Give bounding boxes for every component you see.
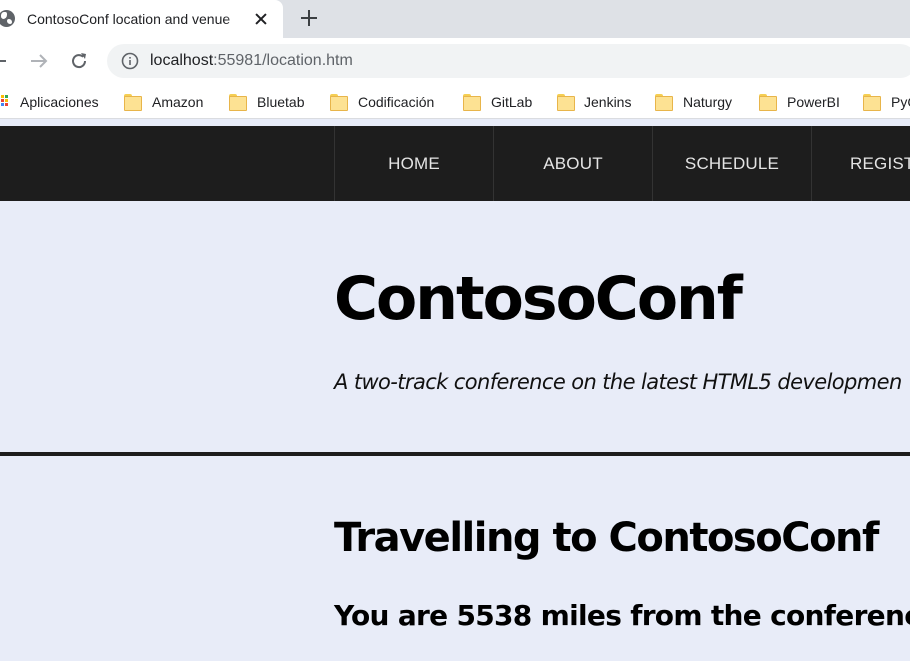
bookmark-label: Codificación: [358, 94, 435, 110]
nav-schedule[interactable]: SCHEDULE: [652, 126, 811, 201]
bookmark-label: PyC: [891, 94, 910, 110]
folder-icon: [229, 94, 247, 111]
new-tab-plus-icon[interactable]: [299, 8, 319, 28]
folder-icon: [863, 94, 881, 111]
bookmark-label: Jenkins: [584, 94, 632, 110]
folder-icon: [330, 94, 348, 111]
bookmark-label: Aplicaciones: [20, 94, 99, 110]
tab-title: ContosoConf location and venue: [27, 11, 231, 27]
browser-tab[interactable]: ContosoConf location and venue: [0, 0, 283, 38]
nav-label: SCHEDULE: [684, 154, 780, 173]
browser-toolbar: localhost:55981/location.htm: [0, 38, 910, 85]
site-nav: HOME ABOUT SCHEDULE REGIST: [0, 126, 910, 201]
bookmark-label: Amazon: [152, 94, 204, 110]
url-text[interactable]: localhost:55981/location.htm: [150, 51, 353, 71]
nav-label: HOME: [388, 154, 440, 173]
bookmark-label: Bluetab: [257, 94, 305, 110]
reload-icon[interactable]: [69, 51, 89, 71]
site-title: ContosoConf: [334, 264, 743, 334]
address-bar[interactable]: localhost:55981/location.htm: [107, 44, 910, 78]
apps-grid-icon: [0, 95, 9, 107]
url-path: :55981/location.htm: [213, 52, 353, 69]
site-tagline: A two-track conference on the latest HTM…: [334, 370, 902, 394]
section-heading: Travelling to ContosoConf: [334, 515, 879, 561]
folder-icon: [124, 94, 142, 111]
hero-banner: ContosoConf A two-track conference on th…: [0, 201, 910, 452]
url-host: localhost: [150, 52, 214, 69]
globe-icon: [0, 10, 15, 27]
nav-label: REGIST: [850, 154, 910, 173]
bookmark-label: GitLab: [491, 94, 533, 110]
folder-icon: [655, 94, 673, 111]
tab-title-fade: [225, 8, 247, 30]
forward-arrow-icon[interactable]: [30, 52, 48, 70]
folder-icon: [463, 94, 481, 111]
folder-icon: [759, 94, 777, 111]
nav-about[interactable]: ABOUT: [493, 126, 652, 201]
nav-home[interactable]: HOME: [334, 126, 493, 201]
location-section: Travelling to ContosoConf You are 5538 m…: [0, 456, 910, 661]
nav-register[interactable]: REGIST: [811, 126, 910, 201]
back-arrow-icon[interactable]: [0, 52, 8, 70]
distance-text: You are 5538 miles from the conference: [334, 599, 910, 632]
folder-icon: [557, 94, 575, 111]
nav-label: ABOUT: [543, 154, 603, 173]
tab-strip: ContosoConf location and venue: [0, 0, 910, 38]
bookmark-label: Naturgy: [683, 94, 733, 110]
bookmark-label: PowerBI: [787, 94, 840, 110]
bookmarks-bar: Aplicaciones Amazon Bluetab Codificación…: [0, 85, 910, 119]
close-icon[interactable]: [251, 9, 271, 29]
info-icon[interactable]: [121, 52, 139, 70]
